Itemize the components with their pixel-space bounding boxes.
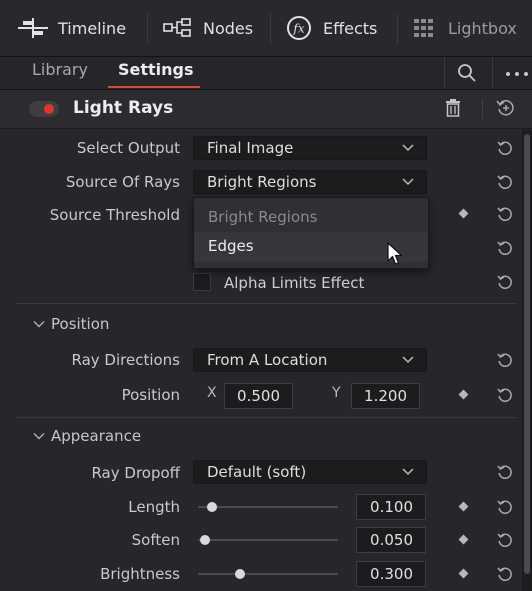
active-tab-indicator <box>108 86 200 88</box>
tab-row-divider <box>492 57 493 89</box>
panel-tabs: Library Settings <box>0 57 532 90</box>
toolbar-divider <box>147 14 148 44</box>
section-divider <box>16 303 516 304</box>
ray-directions-dropdown[interactable]: From A Location <box>193 348 427 372</box>
reset-icon[interactable] <box>497 464 513 480</box>
select-output-dropdown[interactable]: Final Image <box>193 136 427 160</box>
effect-header: Light Rays <box>0 90 532 129</box>
position-y-label: Y <box>332 385 341 401</box>
ray-dropoff-value: Default (soft) <box>207 463 307 481</box>
mouse-cursor-icon <box>387 242 403 265</box>
tab-row-divider <box>444 57 445 89</box>
ray-directions-value: From A Location <box>207 351 328 369</box>
toggle-indicator <box>44 104 54 114</box>
position-y-input[interactable]: 1.200 <box>351 383 420 409</box>
brightness-value-input[interactable]: 0.300 <box>356 561 426 587</box>
alpha-limits-label: Alpha Limits Effect <box>224 274 365 292</box>
brightness-label: Brightness <box>100 565 180 583</box>
brightness-slider-knob[interactable] <box>235 569 245 579</box>
reset-icon[interactable] <box>497 140 513 156</box>
source-of-rays-label: Source Of Rays <box>65 173 180 191</box>
ray-dropoff-dropdown[interactable]: Default (soft) <box>193 460 427 484</box>
lightbox-label: Lightbox <box>448 18 517 38</box>
toolbar-divider <box>270 14 271 44</box>
effect-enable-toggle[interactable] <box>29 101 59 117</box>
position-section-title[interactable]: Position <box>51 315 109 333</box>
chevron-down-icon <box>402 144 414 152</box>
lightbox-grid-icon <box>414 19 433 37</box>
settings-panel <box>0 90 532 591</box>
search-icon[interactable] <box>457 63 477 83</box>
select-output-value: Final Image <box>207 139 294 157</box>
reset-icon[interactable] <box>497 352 513 368</box>
reset-icon[interactable] <box>497 274 513 290</box>
position-label: Position <box>121 386 180 404</box>
nodes-button[interactable]: Nodes <box>163 10 253 46</box>
trash-icon[interactable] <box>446 99 460 117</box>
top-toolbar: Timeline Nodes fx Effects Lightbox <box>0 0 532 57</box>
source-of-rays-value: Bright Regions <box>207 173 317 191</box>
svg-text:fx: fx <box>292 22 304 36</box>
nodes-label: Nodes <box>203 18 254 38</box>
length-slider-track[interactable] <box>198 506 338 508</box>
length-value-input[interactable]: 0.100 <box>356 494 426 520</box>
section-divider <box>16 417 516 418</box>
soften-slider-track[interactable] <box>198 539 338 541</box>
appearance-section-title[interactable]: Appearance <box>51 427 141 445</box>
source-threshold-label: Source Threshold <box>49 206 180 224</box>
reset-all-icon[interactable] <box>496 98 516 118</box>
reset-icon[interactable] <box>497 387 513 403</box>
reset-icon[interactable] <box>497 532 513 548</box>
ray-directions-label: Ray Directions <box>71 351 180 369</box>
length-slider-knob[interactable] <box>207 502 217 512</box>
reset-icon[interactable] <box>497 566 513 582</box>
alpha-limits-checkbox[interactable] <box>193 273 211 291</box>
effects-button[interactable]: fx Effects <box>287 10 377 46</box>
reset-icon[interactable] <box>497 174 513 190</box>
toolbar-divider <box>397 14 398 44</box>
chevron-down-icon <box>402 468 414 476</box>
effect-title: Light Rays <box>73 98 174 118</box>
menu-item-edges[interactable]: Edges <box>208 237 254 255</box>
nodes-icon <box>163 18 191 37</box>
length-label: Length <box>128 498 180 516</box>
tab-library[interactable]: Library <box>32 60 88 79</box>
ray-dropoff-label: Ray Dropoff <box>91 464 180 482</box>
chevron-down-icon[interactable] <box>33 318 45 330</box>
tab-settings[interactable]: Settings <box>118 60 194 79</box>
chevron-down-icon[interactable] <box>33 430 45 442</box>
fx-icon: fx <box>287 16 311 40</box>
position-x-input[interactable]: 0.500 <box>224 383 293 409</box>
soften-label: Soften <box>131 531 180 549</box>
chevron-down-icon <box>402 178 414 186</box>
header-divider <box>482 99 483 119</box>
timeline-button[interactable]: Timeline <box>18 10 126 46</box>
select-output-label: Select Output <box>76 139 180 157</box>
brightness-slider-track[interactable] <box>198 573 338 575</box>
timeline-icon <box>18 18 48 38</box>
chevron-down-icon <box>402 356 414 364</box>
reset-icon[interactable] <box>497 240 513 256</box>
menu-item-bright-regions[interactable]: Bright Regions <box>208 208 317 226</box>
reset-icon[interactable] <box>497 499 513 515</box>
effects-label: Effects <box>323 18 378 38</box>
timeline-label: Timeline <box>58 18 127 38</box>
scrollbar-thumb[interactable] <box>524 134 530 574</box>
more-options-icon[interactable] <box>505 71 531 77</box>
soften-slider-knob[interactable] <box>200 535 210 545</box>
position-x-label: X <box>207 385 217 401</box>
lightbox-button[interactable]: Lightbox <box>414 10 517 46</box>
reset-icon[interactable] <box>497 206 513 222</box>
soften-value-input[interactable]: 0.050 <box>356 527 426 553</box>
source-of-rays-dropdown[interactable]: Bright Regions <box>193 170 427 194</box>
